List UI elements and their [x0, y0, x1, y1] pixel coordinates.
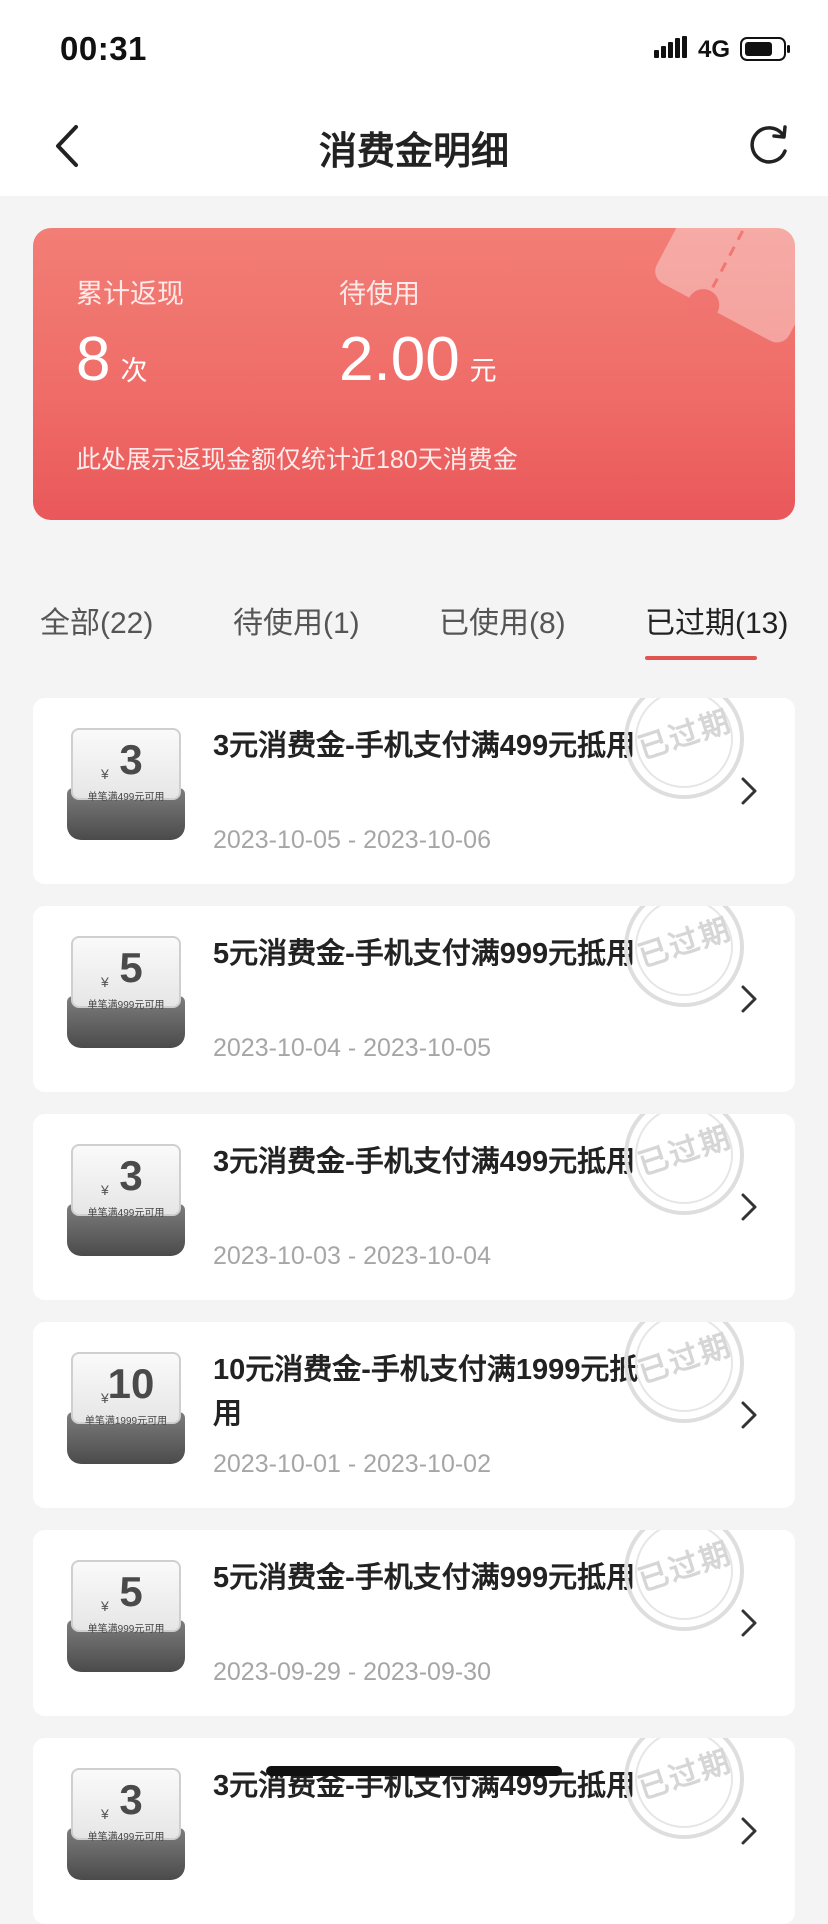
page-title: 消费金明细 [318, 131, 509, 173]
coupon-dates: 2023-10-03 - 2023-10-04 [213, 1242, 491, 1270]
chevron-right-icon [741, 985, 757, 1013]
coupon-dates: 2023-09-29 - 2023-09-30 [213, 1658, 491, 1686]
signal-icon [654, 36, 687, 58]
status-time: 00:31 [60, 30, 147, 67]
cashback-unit: 次 [120, 356, 148, 386]
coupon-amount: 10 [107, 1360, 155, 1407]
coupon-item[interactable]: ¥ 5 单笔满999元可用 5元消费金-手机支付满999元抵用 2023-09-… [33, 1530, 795, 1716]
coupon-condition: 单笔满999元可用 [87, 1624, 165, 1635]
expired-stamp-icon: 已过期 [621, 1530, 747, 1634]
coupon-amount: 3 [119, 1776, 143, 1823]
coupon-title: 10元消费金-手机支付满1999元抵用 [213, 1354, 639, 1430]
expired-stamp-icon: 已过期 [621, 1114, 747, 1218]
ticket-decor-icon [655, 228, 795, 343]
active-tab-indicator [645, 656, 757, 660]
tab-used[interactable]: 已使用(8) [439, 598, 566, 642]
chevron-right-icon [741, 777, 757, 805]
coupon-dates: 2023-10-05 - 2023-10-06 [213, 826, 491, 854]
battery-icon [740, 37, 790, 61]
pending-stat: 待使用 2.00 元 [339, 272, 497, 391]
chevron-right-icon [741, 1609, 757, 1637]
expired-stamp-icon: 已过期 [621, 1738, 747, 1842]
status-bar: 00:31 4G [0, 0, 828, 96]
coupon-item[interactable]: ¥ 5 单笔满999元可用 5元消费金-手机支付满999元抵用 2023-10-… [33, 906, 795, 1092]
coupon-ticket-icon: ¥ 3 单笔满499元可用 [67, 1768, 185, 1880]
coupon-item[interactable]: ¥ 3 单笔满499元可用 3元消费金-手机支付满499元抵用 2023-10-… [33, 1114, 795, 1300]
tab-expired[interactable]: 已过期(13) [645, 598, 788, 642]
coupon-amount: 3 [119, 736, 143, 783]
chevron-right-icon [741, 1817, 757, 1845]
summary-card: 累计返现 8次 待使用 2.00 元 此处展示返现金额仅统计近180天消费金 [33, 228, 795, 520]
coupon-title: 3元消费金-手机支付满499元抵用 [213, 1146, 636, 1178]
coupon-ticket-icon: ¥ 5 单笔满999元可用 [67, 1560, 185, 1672]
expired-stamp-icon: 已过期 [621, 906, 747, 1010]
coupon-item[interactable]: ¥ 10 单笔满1999元可用 10元消费金-手机支付满1999元抵用 2023… [33, 1322, 795, 1508]
tab-pending[interactable]: 待使用(1) [233, 598, 360, 642]
coupon-title: 3元消费金-手机支付满499元抵用 [213, 730, 636, 762]
coupon-condition: 单笔满499元可用 [87, 792, 165, 803]
coupon-condition: 单笔满999元可用 [87, 1000, 165, 1011]
nav-bar: 消费金明细 [0, 96, 828, 196]
summary-note: 此处展示返现金额仅统计近180天消费金 [76, 446, 518, 474]
coupon-dates: 2023-10-01 - 2023-10-02 [213, 1450, 491, 1478]
coupon-title: 5元消费金-手机支付满999元抵用 [213, 1562, 636, 1594]
coupon-condition: 单笔满499元可用 [87, 1208, 165, 1219]
filter-tabs: 全部(22) 待使用(1) 已使用(8) 已过期(13) [0, 590, 828, 670]
coupon-dates: 2023-10-04 - 2023-10-05 [213, 1034, 491, 1062]
coupon-item[interactable]: ¥ 3 单笔满499元可用 3元消费金-手机支付满499元抵用 2023-10-… [33, 698, 795, 884]
coupon-title: 5元消费金-手机支付满999元抵用 [213, 938, 636, 970]
refresh-icon [750, 125, 787, 164]
coupon-amount: 3 [119, 1152, 143, 1199]
network-label: 4G [698, 36, 731, 63]
coupon-ticket-icon: ¥ 10 单笔满1999元可用 [67, 1352, 185, 1464]
expired-stamp-icon: 已过期 [621, 1322, 747, 1426]
coupon-condition: 单笔满1999元可用 [84, 1416, 168, 1427]
coupon-ticket-icon: ¥ 3 单笔满499元可用 [67, 1144, 185, 1256]
coupon-ticket-icon: ¥ 5 单笔满999元可用 [67, 936, 185, 1048]
expired-stamp-icon: 已过期 [621, 698, 747, 802]
coupon-amount: 5 [119, 1568, 143, 1615]
cashback-stat: 累计返现 8次 [76, 272, 184, 391]
pending-unit: 元 [469, 356, 497, 386]
refresh-button[interactable] [740, 118, 796, 174]
home-indicator [266, 1766, 562, 1776]
cashback-label: 累计返现 [76, 279, 184, 309]
tab-all[interactable]: 全部(22) [40, 598, 153, 642]
chevron-right-icon [741, 1401, 757, 1429]
chevron-right-icon [741, 1193, 757, 1221]
pending-value: 2.00 [339, 325, 460, 394]
cashback-value: 8 [76, 325, 111, 394]
coupon-condition: 单笔满499元可用 [87, 1832, 165, 1843]
coupon-ticket-icon: ¥ 3 单笔满499元可用 [67, 728, 185, 840]
coupon-amount: 5 [119, 944, 143, 991]
pending-label: 待使用 [339, 279, 420, 309]
